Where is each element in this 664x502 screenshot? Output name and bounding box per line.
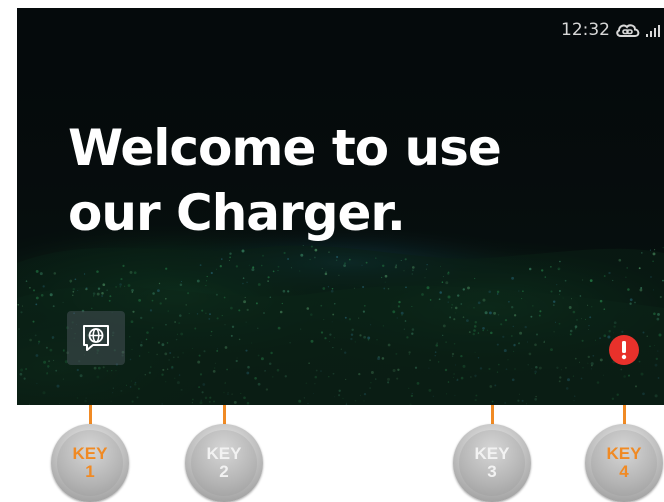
language-button[interactable] (67, 311, 125, 365)
key-1-connector (89, 405, 92, 426)
key-2-label: KEY (206, 444, 242, 463)
welcome-message: Welcome to use our Charger. (68, 116, 588, 246)
welcome-line-1: Welcome to use (68, 119, 502, 177)
key-2-connector (223, 405, 226, 426)
key-1-face: KEY 1 (57, 430, 123, 496)
signal-bars-icon (646, 25, 660, 37)
clock-time: 12:32 (561, 20, 610, 40)
key-1-number: 1 (85, 462, 95, 481)
key-4-number: 4 (619, 462, 629, 481)
key-3-connector (491, 405, 494, 426)
charger-panel: 12:32 Welcome to use our Charger. KEY 1 … (0, 0, 664, 502)
cloud-link-icon (616, 24, 640, 37)
key-4-label: KEY (606, 444, 642, 463)
globe-chat-icon (83, 325, 109, 351)
charger-screen: 12:32 Welcome to use our Charger. (17, 8, 664, 405)
key-3-face: KEY 3 (459, 430, 525, 496)
key-4-face: KEY 4 (591, 430, 657, 496)
key-2-number: 2 (219, 462, 229, 481)
key-3-label: KEY (474, 444, 510, 463)
key-3-number: 3 (487, 462, 497, 481)
exclamation-icon (621, 341, 627, 360)
key-4-connector (623, 405, 626, 426)
key-2-face: KEY 2 (191, 430, 257, 496)
key-3-button[interactable]: KEY 3 (453, 424, 531, 502)
status-bar: 12:32 (561, 20, 660, 40)
key-2-button[interactable]: KEY 2 (185, 424, 263, 502)
key-1-label: KEY (72, 444, 108, 463)
welcome-line-2: our Charger. (68, 184, 406, 242)
key-4-button[interactable]: KEY 4 (585, 424, 663, 502)
key-1-button[interactable]: KEY 1 (51, 424, 129, 502)
alert-button[interactable] (609, 335, 639, 365)
